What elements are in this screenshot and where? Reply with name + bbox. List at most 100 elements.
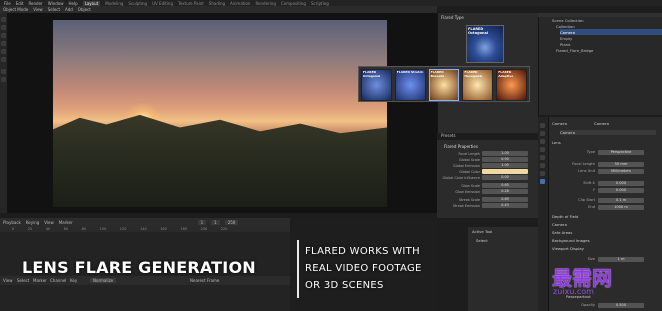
tick: 220 — [220, 227, 228, 231]
render-icon[interactable] — [540, 131, 545, 136]
normalize-toggle[interactable]: Normalize — [90, 278, 117, 283]
overlay-line-1: FLARED WORKS WITH — [305, 246, 420, 257]
cursor-icon[interactable] — [1, 25, 6, 30]
tab-modeling[interactable]: Modeling — [105, 1, 123, 6]
menu-channel[interactable]: Channel — [50, 278, 66, 283]
section-depth-of-field[interactable]: Depth of Field — [552, 214, 578, 219]
menu-marker[interactable]: Marker — [33, 278, 47, 283]
camera-data-icon[interactable] — [540, 179, 545, 184]
menu-add[interactable]: Add — [65, 7, 73, 12]
active-tool-title[interactable]: Active Tool — [472, 229, 492, 234]
prop-value[interactable]: 0.65 — [482, 183, 528, 188]
output-icon[interactable] — [540, 139, 545, 144]
flare-thumb-hexagonal[interactable]: FLARED Hexagonal — [462, 69, 494, 101]
tab-uv-editing[interactable]: UV Editing — [152, 1, 173, 6]
menu-select[interactable]: Select — [17, 278, 29, 283]
flared-type-header[interactable]: Flared Type — [441, 15, 535, 21]
menu-view[interactable]: View — [33, 7, 43, 12]
camera-prop-shift-y: Y 0.000 — [550, 187, 660, 193]
current-frame-field[interactable]: 1 — [197, 220, 207, 225]
prop-value[interactable]: 0.69 — [482, 197, 528, 202]
select-box-icon[interactable] — [1, 17, 6, 22]
prop-global-color: Global Color — [440, 169, 534, 174]
prop-value[interactable]: 0.00 — [482, 175, 528, 180]
rotate-icon[interactable] — [1, 41, 6, 46]
flare-thumb-octagonal[interactable]: FLARED Octagonal — [361, 69, 392, 101]
prop-value[interactable]: 0.1 m — [598, 197, 644, 203]
snap-select[interactable]: Nearest Frame — [190, 278, 219, 283]
menu-view[interactable]: View — [44, 220, 54, 225]
camera-prop-lens-unit: Lens Unit Millimeters — [550, 168, 660, 174]
prop-value[interactable]: 1.00 — [482, 163, 528, 168]
scale-icon[interactable] — [1, 49, 6, 54]
tab-compositing[interactable]: Compositing — [281, 1, 306, 6]
prop-value[interactable]: 50 mm — [598, 161, 644, 167]
menu-marker[interactable]: Marker — [59, 220, 73, 225]
prop-label: Global Emission — [453, 163, 480, 168]
section-viewport-display[interactable]: Viewport Display — [552, 246, 584, 251]
color-swatch[interactable] — [482, 169, 528, 174]
prop-value[interactable]: 0.28 — [482, 189, 528, 194]
prop-value[interactable]: 1 m — [598, 256, 644, 262]
tab-rendering[interactable]: Rendering — [255, 1, 275, 6]
camera-header-right[interactable]: Camera — [594, 121, 609, 126]
start-frame-field[interactable]: 1 — [211, 220, 220, 225]
outliner-item[interactable]: Flared_Flare_Bridge — [556, 47, 652, 53]
prop-value[interactable]: 1000 m — [598, 204, 644, 210]
tab-shading[interactable]: Shading — [209, 1, 225, 6]
end-frame-field[interactable]: 250 — [224, 220, 239, 225]
flared-properties-title[interactable]: Flared Properties — [444, 144, 534, 149]
menu-render[interactable]: Render — [28, 1, 42, 6]
section-camera[interactable]: Camera — [552, 222, 567, 227]
prop-value[interactable]: 0.000 — [598, 180, 644, 186]
menu-file[interactable]: File — [4, 1, 11, 6]
section-background-images[interactable]: Background Images — [552, 238, 590, 243]
prop-label: Glow Emission — [455, 189, 480, 194]
lens-section[interactable]: Lens — [552, 140, 561, 145]
flare-thumb-adaptive[interactable]: FLARED Adaptive — [496, 69, 527, 101]
tab-sculpting[interactable]: Sculpting — [128, 1, 147, 6]
constraint-icon[interactable] — [540, 171, 545, 176]
annotate-icon[interactable] — [1, 69, 6, 74]
tab-layout[interactable]: Layout — [82, 0, 101, 6]
scene-icon[interactable] — [540, 147, 545, 152]
tick: 140 — [139, 227, 147, 231]
camera-prop-clip-start: Clip Start 0.1 m — [550, 197, 660, 203]
prop-value[interactable]: 0.500 — [598, 302, 644, 308]
section-safe-areas[interactable]: Safe Areas — [552, 230, 572, 235]
menu-view[interactable]: View — [3, 278, 13, 283]
menu-edit[interactable]: Edit — [16, 1, 24, 6]
prop-label: Streak Scale — [458, 197, 480, 202]
camera-header-left[interactable]: Camera — [552, 121, 567, 126]
camera-name-field[interactable]: Camera — [560, 130, 656, 135]
world-icon[interactable] — [540, 155, 545, 160]
camera-prop-clip-end: End 1000 m — [550, 204, 660, 210]
move-icon[interactable] — [1, 33, 6, 38]
menu-keying[interactable]: Keying — [26, 220, 39, 225]
tab-animation[interactable]: Animation — [230, 1, 250, 6]
prop-value[interactable]: Perspective — [598, 149, 644, 155]
menu-window[interactable]: Window — [48, 1, 64, 6]
flare-thumb-stretch[interactable]: FLARED Stretch — [394, 69, 426, 101]
prop-value[interactable]: 0.000 — [598, 187, 644, 193]
flare-thumb-borealis[interactable]: FLARED Borealis — [428, 69, 460, 101]
tool-icon[interactable] — [540, 123, 545, 128]
prop-streak-emission: Streak Emission 0.43 — [440, 203, 534, 208]
prop-value[interactable]: 0.90 — [482, 157, 528, 162]
menu-playback[interactable]: Playback — [3, 220, 21, 225]
tab-scripting[interactable]: Scripting — [311, 1, 329, 6]
tab-texture-paint[interactable]: Texture Paint — [178, 1, 204, 6]
menu-help[interactable]: Help — [68, 1, 77, 6]
prop-value[interactable]: 1.00 — [482, 151, 528, 156]
menu-key[interactable]: Key — [70, 278, 77, 283]
prop-value[interactable]: 0.43 — [482, 203, 528, 208]
mode-select[interactable]: Object Mode — [3, 7, 28, 12]
menu-select[interactable]: Select — [48, 7, 60, 12]
presets-header[interactable]: Presets — [441, 133, 535, 138]
menu-object[interactable]: Object — [78, 7, 91, 12]
prop-value[interactable]: Millimeters — [598, 168, 644, 174]
active-tool-name[interactable]: Select — [476, 238, 488, 243]
object-icon[interactable] — [540, 163, 545, 168]
transform-icon[interactable] — [1, 57, 6, 62]
measure-icon[interactable] — [1, 77, 6, 82]
